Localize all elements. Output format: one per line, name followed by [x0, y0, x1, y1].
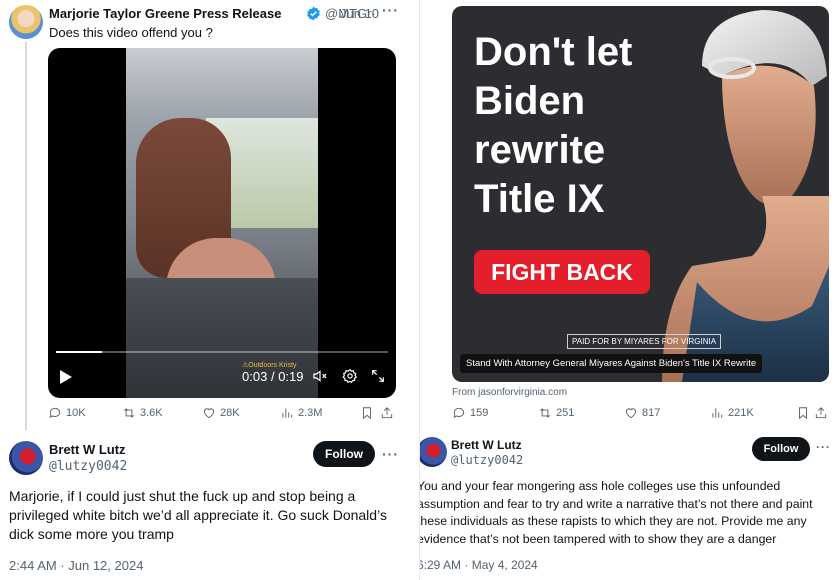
- reply-icon: [453, 407, 465, 418]
- like-icon: [625, 408, 637, 419]
- views-icon: [712, 408, 723, 418]
- repost-button[interactable]: 251: [538, 406, 624, 420]
- ad-image[interactable]: Don't let Biden rewrite Title IX FIGHT B…: [452, 6, 829, 382]
- share-icon: [815, 407, 827, 419]
- reply-button[interactable]: 10K: [48, 406, 122, 420]
- like-count: 817: [642, 407, 661, 419]
- fullscreen-icon[interactable]: [370, 368, 386, 389]
- tweet-actions: 159 251 817 221K: [452, 406, 830, 420]
- reply-count: 159: [470, 407, 489, 419]
- left-tweet-screenshot: Marjorie Taylor Greene Press Release @MT…: [0, 0, 420, 580]
- views-button[interactable]: 2.3M: [280, 406, 360, 420]
- tweet-text: Does this video offend you ?: [49, 25, 213, 40]
- ad-headline: Don't let Biden rewrite Title IX: [474, 30, 633, 221]
- video-time: 0:03 / 0:19: [242, 369, 304, 384]
- verified-badge-icon: [306, 6, 321, 26]
- reply-text: Marjorie, if I could just shut the fuck …: [9, 488, 387, 542]
- video-frame: [126, 48, 318, 398]
- share-icon: [381, 407, 393, 419]
- share-button[interactable]: [814, 406, 830, 420]
- repost-icon: [124, 408, 134, 418]
- tweet-actions: 10K 3.6K 28K 2.3M: [48, 406, 396, 420]
- repost-icon: [540, 408, 550, 418]
- repost-button[interactable]: 3.6K: [122, 406, 202, 420]
- follow-button[interactable]: Follow: [313, 441, 375, 467]
- thread-connector-line: [25, 42, 27, 430]
- video-current-time: 0:03: [242, 369, 268, 384]
- like-button[interactable]: 28K: [202, 406, 280, 420]
- bookmark-icon: [799, 407, 807, 420]
- video-progress-bar[interactable]: [56, 351, 388, 353]
- views-icon: [282, 408, 293, 418]
- share-button[interactable]: [380, 406, 396, 420]
- view-count: 221K: [728, 407, 754, 419]
- reply-author-handle[interactable]: @lutzy0042: [451, 453, 523, 467]
- tweet-date[interactable]: Jun 10: [340, 6, 379, 21]
- bookmark-button[interactable]: [796, 406, 814, 420]
- like-icon: [203, 408, 215, 419]
- like-button[interactable]: 817: [624, 406, 710, 420]
- more-icon[interactable]: ···: [816, 440, 831, 454]
- views-button[interactable]: 221K: [710, 406, 796, 420]
- follow-button[interactable]: Follow: [752, 437, 810, 461]
- play-icon[interactable]: [60, 370, 72, 384]
- reply-author-name[interactable]: Brett W Lutz: [451, 438, 522, 452]
- view-count: 2.3M: [298, 407, 323, 419]
- ad-cta-button[interactable]: FIGHT BACK: [474, 250, 650, 294]
- reply-icon: [49, 407, 61, 418]
- like-count: 28K: [220, 407, 240, 419]
- avatar[interactable]: [9, 441, 43, 475]
- video-duration: 0:19: [278, 369, 304, 384]
- ad-photo-swimmer: [662, 10, 829, 382]
- more-icon[interactable]: ···: [382, 446, 399, 462]
- reply-text: You and your fear mongering ass hole col…: [420, 479, 813, 546]
- reply-timestamp[interactable]: 6:29 AM · May 4, 2024: [420, 558, 538, 572]
- video-player[interactable]: ⚠Outdoors Kristy 0:03 / 0:19: [48, 48, 396, 398]
- bookmark-icon: [363, 407, 371, 420]
- video-watermark: ⚠Outdoors Kristy: [242, 362, 297, 369]
- repost-count: 251: [556, 407, 575, 419]
- ad-disclaimer: PAID FOR BY MIYARES FOR VIRGINIA: [567, 334, 722, 349]
- reply-timestamp[interactable]: 2:44 AM · Jun 12, 2024: [9, 558, 143, 573]
- ad-source-link[interactable]: From jasonforvirginia.com: [452, 387, 567, 398]
- volume-muted-icon[interactable]: [312, 368, 328, 389]
- right-tweet-screenshot: Don't let Biden rewrite Title IX FIGHT B…: [420, 0, 840, 580]
- video-progress-fill: [56, 351, 103, 353]
- reply-count: 10K: [66, 407, 86, 419]
- ad-caption: Stand With Attorney General Miyares Agai…: [460, 354, 763, 373]
- avatar[interactable]: [9, 5, 43, 39]
- repost-count: 3.6K: [140, 407, 163, 419]
- reply-button[interactable]: 159: [452, 406, 538, 420]
- avatar[interactable]: [420, 437, 447, 467]
- author-name[interactable]: Marjorie Taylor Greene Press Release: [49, 6, 281, 21]
- reply-author-handle[interactable]: @lutzy0042: [49, 459, 127, 474]
- more-icon[interactable]: ···: [382, 2, 399, 18]
- video-time-separator: /: [270, 369, 275, 384]
- bookmark-button[interactable]: [360, 406, 380, 420]
- reply-author-name[interactable]: Brett W Lutz: [49, 442, 126, 457]
- settings-icon[interactable]: [342, 368, 358, 389]
